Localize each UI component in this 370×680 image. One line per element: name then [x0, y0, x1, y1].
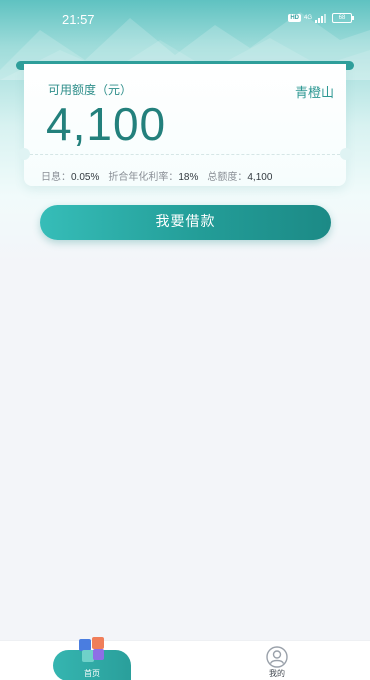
total-credit-value: 4,100 — [247, 172, 273, 183]
borrow-button[interactable]: 我要借款 — [40, 205, 331, 240]
credit-label: 可用额度（元） — [48, 83, 133, 97]
credit-amount: 4,100 — [46, 98, 167, 150]
daily-rate-value: 0.05% — [71, 172, 100, 183]
network-label: 4G — [303, 15, 312, 21]
total-credit-label: 总额度： — [207, 172, 248, 183]
rates-row: 日息：0.05% 折合年化利率：18% 总额度：4,100 — [41, 168, 272, 183]
tab-home-label[interactable]: 首页 — [53, 668, 131, 679]
tab-bar: 首页 我的 — [0, 637, 370, 680]
annual-rate-label: 折合年化利率： — [108, 172, 179, 183]
annual-rate-value: 18% — [178, 172, 199, 183]
daily-rate: 日息：0.05% — [41, 168, 99, 183]
card-notch-right — [340, 148, 352, 160]
card-divider — [30, 154, 340, 155]
status-time: 21:57 — [62, 12, 95, 27]
credit-card: 可用额度（元） 青橙山 4,100 日息：0.05% 折合年化利率：18% 总额… — [18, 64, 352, 186]
status-bar: 21:57 HD 4G 68 — [0, 0, 370, 40]
daily-rate-label: 日息： — [41, 172, 71, 183]
status-icons: HD 4G 68 — [288, 13, 354, 23]
hd-badge: HD — [288, 14, 301, 22]
total-credit: 总额度：4,100 — [207, 168, 272, 183]
annual-rate: 折合年化利率：18% — [108, 168, 198, 183]
lender-name: 青橙山 — [294, 86, 334, 101]
battery-icon: 68 — [332, 13, 354, 23]
card-notch-left — [18, 148, 30, 160]
user-profile-icon[interactable] — [266, 646, 288, 668]
signal-icon — [315, 14, 326, 23]
home-cube-icon[interactable] — [76, 635, 108, 665]
tab-mine-label[interactable]: 我的 — [257, 668, 297, 679]
